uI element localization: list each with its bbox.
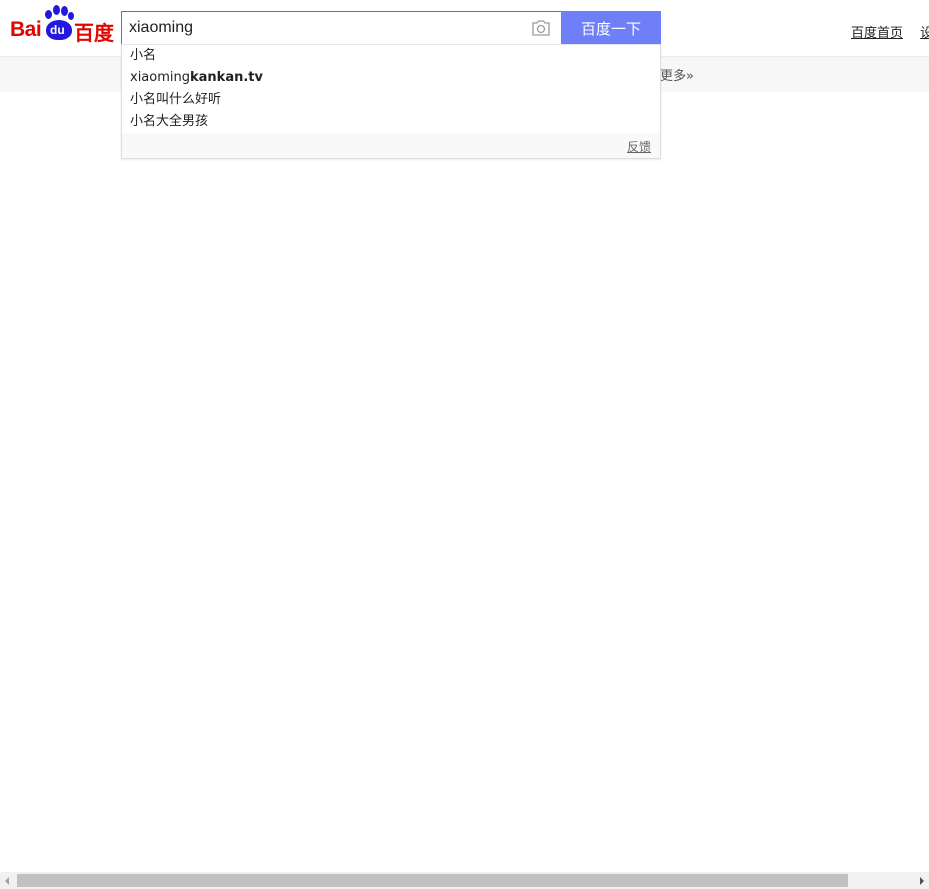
scroll-left-arrow-icon[interactable] bbox=[5, 877, 9, 885]
top-link-settings[interactable]: 设置 bbox=[920, 26, 929, 41]
scrollbar-thumb[interactable] bbox=[17, 874, 848, 887]
suggestion-footer: 反馈 bbox=[122, 133, 660, 158]
suggestion-item[interactable]: xiaomingkankan.tv bbox=[122, 67, 660, 89]
baidu-logo[interactable]: Bai du 百度 bbox=[8, 5, 114, 46]
top-links: 百度首页 设置 bbox=[851, 22, 929, 41]
logo-chinese-text: 百度 bbox=[74, 21, 114, 45]
subnav-more-link[interactable]: 更多» bbox=[660, 65, 694, 84]
scroll-right-arrow-icon[interactable] bbox=[920, 877, 924, 885]
horizontal-scrollbar[interactable] bbox=[0, 872, 929, 889]
camera-icon[interactable] bbox=[531, 19, 551, 37]
paw-icon: du bbox=[43, 5, 75, 42]
search-box bbox=[121, 11, 561, 45]
logo-du-text: du bbox=[50, 23, 65, 37]
top-link-home[interactable]: 百度首页 bbox=[851, 26, 903, 41]
suggestion-item[interactable]: 小名大全男孩 bbox=[122, 111, 660, 133]
search-input[interactable] bbox=[122, 12, 529, 44]
feedback-link[interactable]: 反馈 bbox=[627, 138, 651, 155]
search-button[interactable]: 百度一下 bbox=[561, 11, 661, 45]
logo-latin-text: Bai bbox=[10, 18, 42, 41]
suggestion-item[interactable]: 小名叫什么好听 bbox=[122, 89, 660, 111]
suggestion-item[interactable]: 小名 bbox=[122, 45, 660, 67]
suggestion-dropdown: 小名 xiaomingkankan.tv 小名叫什么好听 小名大全男孩 反馈 bbox=[121, 44, 661, 159]
